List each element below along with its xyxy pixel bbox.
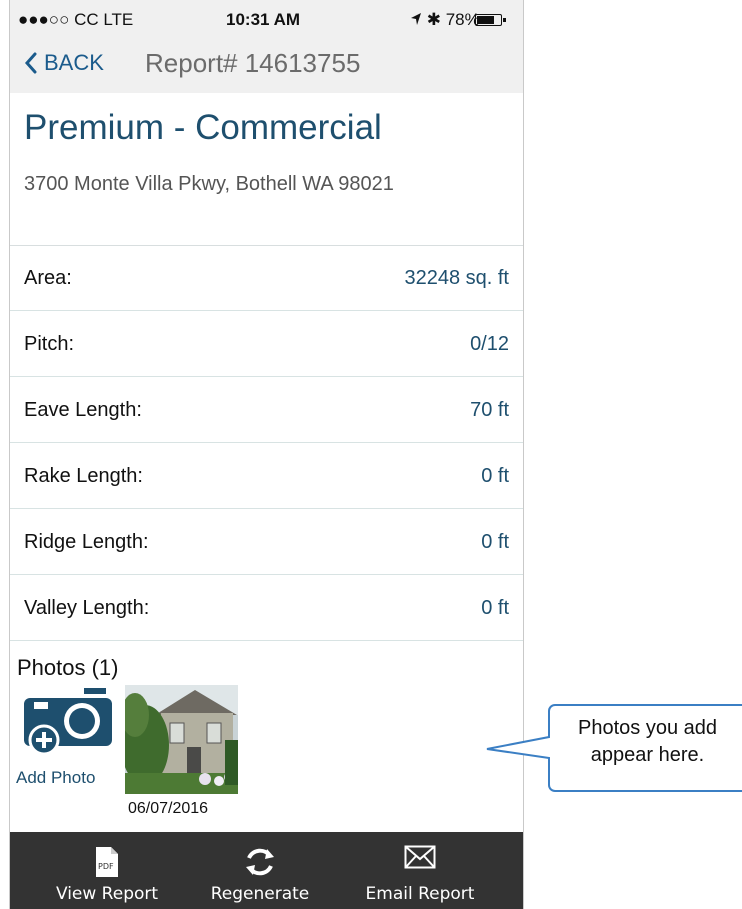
email-report-button[interactable]: Email Report (345, 832, 495, 909)
status-bar: ●●●○○ CC LTE 10:31 AM ✱ 78% (10, 0, 523, 40)
report-address: 3700 Monte Villa Pkwy, Bothell WA 98021 (24, 173, 394, 195)
measurement-row: Valley Length: 0 ft (10, 575, 523, 641)
photos-callout: Photos you add appear here. (485, 703, 742, 793)
measurement-label: Valley Length: (24, 597, 150, 619)
view-report-button[interactable]: PDF View Report (32, 832, 182, 909)
refresh-icon (246, 848, 274, 876)
email-report-label: Email Report (365, 884, 475, 904)
measurement-row: Eave Length: 70 ft (10, 377, 523, 443)
measurement-label: Pitch: (24, 333, 75, 355)
phone-screen: ●●●○○ CC LTE 10:31 AM ✱ 78% BACK Report#… (9, 0, 524, 909)
chevron-left-icon (24, 52, 37, 74)
top-bar: ●●●○○ CC LTE 10:31 AM ✱ 78% BACK Report#… (10, 0, 523, 93)
bluetooth-icon: ✱ (426, 10, 441, 29)
add-photo-button[interactable]: Add Photo (14, 688, 124, 798)
report-name: Premium - Commercial (24, 108, 382, 147)
back-label: BACK (44, 50, 104, 75)
measurement-row: Ridge Length: 0 ft (10, 509, 523, 575)
view-report-label: View Report (55, 884, 159, 904)
regenerate-label: Regenerate (210, 884, 310, 904)
add-photo-label: Add Photo (16, 768, 96, 787)
report-number: Report# 14613755 (145, 48, 361, 78)
pdf-file-icon: PDF (96, 847, 118, 877)
measurements-list: Area: 32248 sq. ft Pitch: 0/12 Eave Leng… (10, 245, 523, 641)
status-right: ✱ 78% (410, 10, 480, 30)
camera-add-icon (24, 688, 112, 756)
status-time: 10:31 AM (226, 10, 301, 29)
measurement-value: 0 ft (481, 465, 509, 487)
callout-text: Photos you add appear here. (578, 717, 717, 766)
back-button[interactable]: BACK (24, 50, 104, 76)
measurement-value: 0/12 (470, 333, 509, 355)
battery-icon (475, 14, 506, 26)
measurement-value: 32248 sq. ft (404, 267, 509, 289)
measurement-label: Eave Length: (24, 399, 142, 421)
report-header: Premium - Commercial 3700 Monte Villa Pk… (10, 93, 523, 246)
measurement-row: Rake Length: 0 ft (10, 443, 523, 509)
measurement-row: Pitch: 0/12 (10, 311, 523, 377)
measurement-value: 0 ft (481, 531, 509, 553)
measurement-label: Area: (24, 267, 72, 289)
nav-bar: BACK Report# 14613755 (10, 40, 523, 93)
house-photo (125, 685, 238, 794)
envelope-icon (404, 845, 436, 869)
measurement-value: 0 ft (481, 597, 509, 619)
photos-heading: Photos (1) (17, 655, 119, 680)
photo-thumbnail[interactable] (125, 685, 238, 794)
measurement-label: Rake Length: (24, 465, 143, 487)
photo-date: 06/07/2016 (128, 800, 209, 817)
measurement-row: Area: 32248 sq. ft (10, 245, 523, 311)
carrier-signal: ●●●○○ CC LTE (18, 10, 134, 29)
pdf-badge: PDF (98, 862, 114, 871)
measurement-value: 70 ft (470, 399, 509, 421)
location-arrow-icon (411, 13, 421, 25)
bottom-toolbar: PDF View Report Regenerate Email Report (10, 832, 523, 909)
regenerate-button[interactable]: Regenerate (185, 832, 335, 909)
measurement-label: Ridge Length: (24, 531, 149, 553)
